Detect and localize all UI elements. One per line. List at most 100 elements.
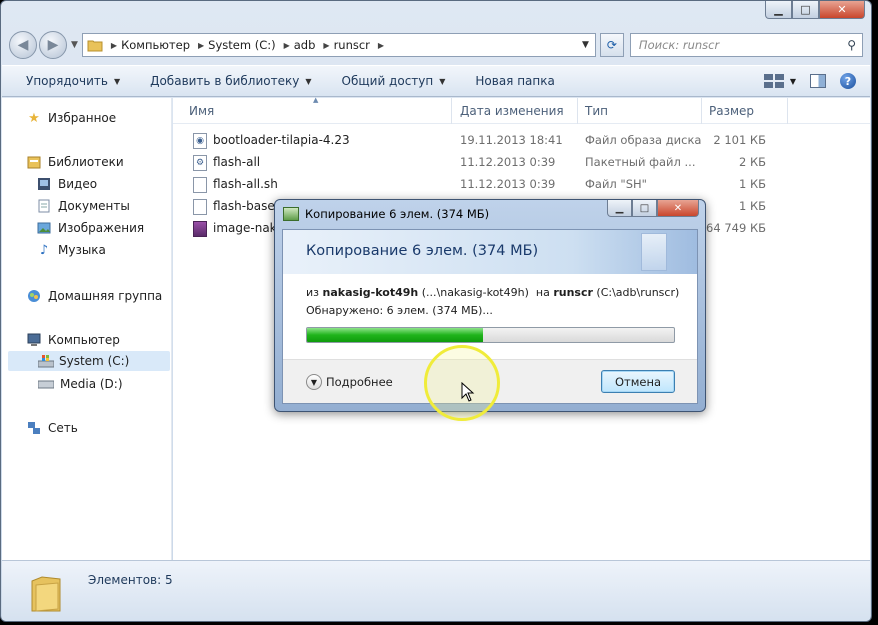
nav-images-label: Изображения (58, 221, 145, 235)
chevron-down-icon: ▼ (305, 76, 312, 86)
nav-music-label: Музыка (58, 243, 106, 257)
nav-favorites[interactable]: ★ Избранное (26, 110, 116, 126)
more-details-button[interactable]: ▼ Подробнее (306, 374, 393, 390)
breadcrumb-separator-icon[interactable]: ▶ (378, 41, 384, 50)
add-to-library-button[interactable]: Добавить в библиотеку ▼ (136, 74, 327, 88)
copy-progress-bar (306, 327, 675, 343)
source-folder-link[interactable]: nakasig-kot49h (323, 286, 419, 299)
chevron-down-icon: ▼ (113, 76, 121, 86)
nav-libraries[interactable]: Библиотеки (26, 154, 124, 170)
nav-video-label: Видео (58, 177, 98, 191)
breadcrumb-runscr[interactable]: runscr (334, 38, 370, 52)
new-folder-label: Новая папка (475, 74, 555, 88)
nav-network[interactable]: Сеть (26, 420, 78, 436)
organize-button[interactable]: Упорядочить ▼ (2, 74, 136, 88)
dialog-caption-buttons: ▁ □ ✕ (607, 200, 699, 217)
nav-documents-label: Документы (58, 199, 130, 213)
file-type: Файл образа диска (585, 133, 702, 147)
share-button[interactable]: Общий доступ ▼ (328, 74, 462, 88)
file-icon (193, 199, 207, 215)
change-view-button[interactable]: ▼ (763, 74, 796, 88)
breadcrumb-adb[interactable]: adb (294, 38, 316, 52)
address-dropdown-icon[interactable]: ▼ (582, 40, 589, 50)
breadcrumb-separator-icon[interactable]: ▶ (111, 41, 117, 50)
refresh-button[interactable]: ⟳ (599, 33, 624, 57)
network-icon (26, 420, 42, 436)
file-name: bootloader-tilapia-4.23 (213, 133, 350, 147)
maximize-button[interactable]: □ (792, 1, 819, 19)
new-folder-button[interactable]: Новая папка (461, 74, 570, 88)
dialog-close-button[interactable]: ✕ (657, 200, 699, 217)
file-size: 2 101 КБ (713, 133, 766, 147)
found-items-text: Обнаружено: 6 элем. (374 МБ)... (306, 304, 493, 317)
breadcrumb-separator-icon[interactable]: ▶ (323, 41, 329, 50)
table-row[interactable]: ◉ bootloader-tilapia-4.23 19.11.2013 18:… (173, 130, 870, 152)
refresh-icon: ⟳ (606, 38, 617, 52)
computer-icon (26, 332, 42, 348)
nav-music[interactable]: ♪ Музыка (36, 242, 106, 258)
column-divider[interactable] (451, 98, 452, 124)
preview-pane-icon[interactable] (810, 74, 826, 88)
nav-homegroup-label: Домашняя группа (48, 289, 163, 303)
search-icon[interactable]: ⚲ (847, 38, 856, 52)
close-button[interactable]: ✕ (819, 1, 865, 19)
nav-computer[interactable]: Компьютер (26, 332, 120, 348)
breadcrumb-separator-icon[interactable]: ▶ (284, 41, 290, 50)
dialog-maximize-button[interactable]: □ (632, 200, 657, 217)
column-type[interactable]: Тип (585, 104, 608, 118)
column-headers: ▲ Имя Дата изменения Тип Размер (173, 96, 870, 124)
search-input[interactable]: Поиск: runscr ⚲ (629, 33, 863, 57)
nav-homegroup[interactable]: Домашняя группа (26, 288, 162, 304)
file-name: flash-all (213, 155, 261, 169)
chevron-down-icon: ▼ (789, 76, 796, 86)
drive-icon (38, 376, 54, 392)
nav-documents[interactable]: Документы (36, 198, 130, 214)
back-button[interactable]: ◀ (9, 31, 37, 59)
view-icon (763, 74, 784, 88)
folder-icon (31, 576, 61, 612)
column-divider[interactable] (787, 98, 788, 124)
address-bar[interactable]: ▶ Компьютер ▶ System (C:) ▶ adb ▶ runscr… (81, 33, 596, 57)
breadcrumb-separator-icon[interactable]: ▶ (198, 41, 204, 50)
nav-media-d[interactable]: Media (D:) (38, 376, 123, 392)
recent-pages-dropdown[interactable]: ▼ (71, 40, 78, 50)
file-size: 2 КБ (738, 155, 766, 169)
minimize-button[interactable]: ▁ (765, 1, 792, 19)
nav-system-c-label: System (C:) (59, 354, 130, 368)
homegroup-icon (26, 288, 42, 304)
table-row[interactable]: ⚙ flash-all 11.12.2013 0:39 Пакетный фай… (173, 152, 870, 174)
more-details-label: Подробнее (326, 375, 393, 389)
table-row[interactable]: flash-all.sh 11.12.2013 0:39 Файл "SH" 1… (173, 174, 870, 196)
destination-path: (C:\adb\runscr) (596, 286, 680, 299)
column-divider[interactable] (701, 98, 702, 124)
copy-source-destination: из nakasig-kot49h (...\nakasig-kot49h) н… (306, 286, 679, 299)
destination-folder-link[interactable]: runscr (553, 286, 593, 299)
column-divider[interactable] (577, 98, 578, 124)
file-date: 11.12.2013 0:39 (460, 155, 556, 169)
breadcrumb-system-c[interactable]: System (C:) (208, 38, 275, 52)
nav-images[interactable]: Изображения (36, 220, 144, 236)
dialog-minimize-button[interactable]: ▁ (607, 200, 632, 217)
copy-icon (283, 207, 299, 221)
help-icon[interactable]: ? (840, 73, 856, 89)
column-name[interactable]: Имя (189, 104, 214, 118)
navigation-pane: ★ Избранное Библиотеки Видео Документы Из… (2, 98, 172, 560)
column-date[interactable]: Дата изменения (460, 104, 564, 118)
documents-icon (36, 198, 52, 214)
column-size[interactable]: Размер (709, 104, 754, 118)
library-icon (26, 154, 42, 170)
breadcrumb-computer[interactable]: Компьютер (121, 38, 190, 52)
batch-file-icon: ⚙ (193, 155, 207, 171)
file-size: 1 КБ (738, 177, 766, 191)
nav-video[interactable]: Видео (36, 176, 97, 192)
chevron-down-icon: ▼ (439, 76, 446, 86)
cancel-button[interactable]: Отмена (601, 370, 675, 393)
music-icon: ♪ (39, 242, 49, 258)
forward-button[interactable]: ▶ (39, 31, 67, 59)
folder-icon (87, 38, 103, 52)
mouse-cursor-icon (461, 382, 475, 402)
nav-system-c[interactable]: System (C:) (8, 351, 170, 371)
images-icon (36, 220, 52, 236)
disc-image-icon: ◉ (193, 133, 207, 149)
status-bar: Элементов: 5 (2, 560, 870, 621)
